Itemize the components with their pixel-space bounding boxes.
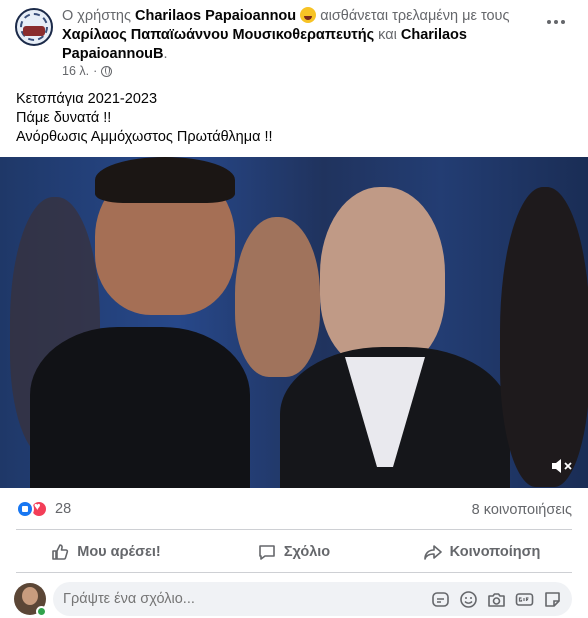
avatar-crowd [23,26,45,36]
post-text-line: Κετσπάγια 2021-2023 [16,91,158,107]
online-status-badge [36,606,47,617]
post-text-line: Ανόρθωσις Αμμόχωστος Πρωτάθλημα !! [16,129,273,145]
gif-icon[interactable] [515,590,534,609]
post-stats: 28 8 κοινοποιήσεις [0,496,588,524]
author-avatar[interactable] [15,8,53,46]
post-text: Κετσπάγια 2021-2023 Πάμε δυνατά !! Ανόρθ… [16,90,576,147]
headline-period: . [163,46,168,62]
post-text-line: Πάμε δυνατά !! [16,110,112,126]
video-figure [95,157,235,203]
camera-icon[interactable] [487,590,506,609]
comment-icon [259,545,275,560]
reactions-summary[interactable]: 28 [16,500,71,518]
thumbs-up-icon [52,544,69,560]
post-meta: 16 λ. · [62,64,113,78]
video-figure [500,187,588,487]
more-icon [547,20,551,24]
like-label: Μου αρέσει! [77,544,161,560]
feeling-text: αισθάνεται τρελαμένη με τους [320,8,510,24]
comment-composer [0,580,588,617]
reaction-count: 28 [55,501,72,517]
more-options-button[interactable] [544,12,568,32]
video-figure [320,187,445,367]
comment-label: Σχόλιο [283,544,331,560]
emoji-icon[interactable] [459,590,478,609]
share-button[interactable]: Κοινοποίηση [388,536,576,568]
divider [16,529,572,530]
globe-icon[interactable] [101,65,113,77]
meta-separator: · [93,64,98,78]
crazy-face-emoji-icon [300,7,317,23]
post-header: Ο χρήστης Charilaos Papaioannou αισθάνετ… [0,0,588,88]
sticker-pack-icon[interactable] [543,590,562,609]
comment-button[interactable]: Σχόλιο [200,536,388,568]
like-reaction-icon [16,500,34,518]
post-timestamp-link[interactable]: 16 λ. [62,64,89,78]
share-count-link[interactable]: 8 κοινοποιήσεις [472,502,572,518]
share-icon [423,545,442,560]
mute-icon[interactable] [550,456,574,476]
action-bar: Μου αρέσει! Σχόλιο Κοινοποίηση [12,536,576,568]
post-headline: Ο χρήστης Charilaos Papaioannou αισθάνετ… [62,7,532,64]
divider [16,572,572,573]
share-label: Κοινοποίηση [449,544,541,560]
like-button[interactable]: Μου αρέσει! [12,536,200,568]
author-name-link[interactable]: Charilaos Papaioannou [135,8,296,24]
sticker-icon[interactable] [431,590,450,609]
headline-prefix: Ο χρήστης [62,8,131,24]
video-figure [235,217,320,377]
video-figure [30,327,250,488]
video-player[interactable] [0,157,588,488]
headline-conjunction: και [378,27,397,43]
comment-tools [431,590,562,609]
tagged-user-1-link[interactable]: Χαρίλαος Παπαϊωάννου Μουσικοθεραπευτής [62,27,374,43]
